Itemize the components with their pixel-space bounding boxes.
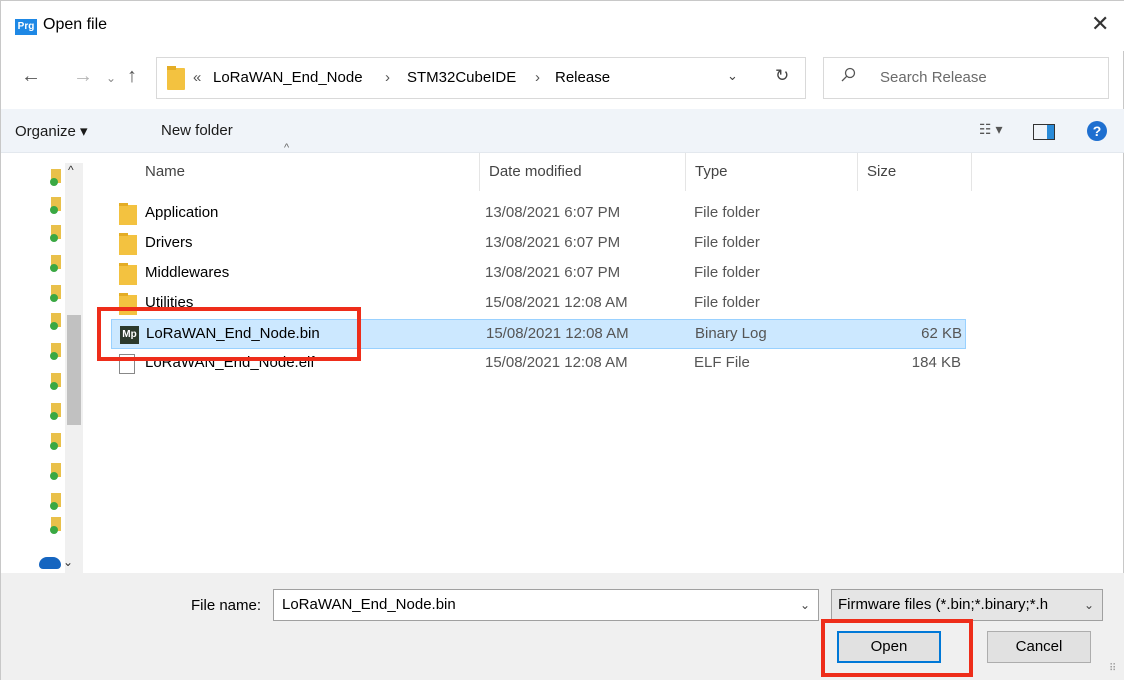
help-icon[interactable]: ?: [1087, 121, 1107, 141]
search-icon: [841, 67, 856, 82]
recent-locations-icon[interactable]: ⌄: [106, 67, 116, 89]
breadcrumb-item[interactable]: LoRaWAN_End_Node: [213, 69, 363, 86]
file-type: File folder: [694, 204, 760, 221]
column-header-date[interactable]: Date modified: [489, 153, 582, 191]
column-divider[interactable]: [971, 153, 972, 191]
synced-folder-icon[interactable]: [50, 493, 61, 510]
nav-scrollbar-thumb[interactable]: [67, 315, 81, 425]
file-name: Application: [145, 204, 219, 221]
file-row[interactable]: Middlewares 13/08/2021 6:07 PM File fold…: [111, 259, 966, 289]
synced-folder-icon[interactable]: [50, 255, 61, 272]
file-date: 13/08/2021 6:07 PM: [485, 234, 621, 251]
back-button[interactable]: ←: [21, 65, 41, 87]
synced-folder-icon[interactable]: [50, 517, 61, 534]
refresh-icon[interactable]: ↻: [775, 66, 789, 86]
synced-folder-icon[interactable]: [50, 343, 61, 360]
file-date: 13/08/2021 6:07 PM: [485, 204, 621, 221]
file-type: File folder: [694, 264, 760, 281]
breadcrumb-separator-icon[interactable]: ›: [385, 69, 390, 86]
address-dropdown-icon[interactable]: ⌄: [727, 68, 738, 84]
onedrive-cloud-icon[interactable]: [39, 557, 61, 569]
open-file-dialog: Prg Open file ✕ ← → ⌄ ↑ « LoRaWAN_End_No…: [0, 0, 1124, 680]
file-type: File folder: [694, 294, 760, 311]
scroll-down-icon[interactable]: ⌄: [63, 555, 73, 569]
column-divider[interactable]: [479, 153, 480, 191]
organize-menu[interactable]: Organize ▾: [15, 122, 88, 140]
file-date: 15/08/2021 12:08 AM: [485, 294, 628, 311]
column-header-type[interactable]: Type: [695, 153, 728, 191]
command-bar: Organize ▾ New folder ☷ ▾ ?: [1, 109, 1124, 153]
file-type: Binary Log: [695, 325, 767, 342]
file-date: 15/08/2021 12:08 AM: [485, 354, 628, 371]
search-input[interactable]: Search Release: [880, 69, 987, 86]
column-header-size[interactable]: Size: [867, 153, 896, 191]
up-button[interactable]: ↑: [127, 65, 137, 87]
synced-folder-icon[interactable]: [50, 463, 61, 480]
dialog-title: Open file: [43, 16, 108, 33]
chevron-down-icon[interactable]: ⌄: [1084, 598, 1094, 612]
file-row[interactable]: Drivers 13/08/2021 6:07 PM File folder: [111, 229, 966, 259]
cancel-button[interactable]: Cancel: [987, 631, 1091, 663]
sort-ascending-icon: ^: [284, 142, 290, 154]
file-size: 62 KB: [921, 325, 962, 342]
synced-folder-icon[interactable]: [50, 313, 61, 330]
synced-folder-icon[interactable]: [50, 225, 61, 242]
synced-folder-icon[interactable]: [50, 433, 61, 450]
file-date: 13/08/2021 6:07 PM: [485, 264, 621, 281]
synced-folder-icon[interactable]: [50, 285, 61, 302]
file-type: File folder: [694, 234, 760, 251]
scroll-up-icon[interactable]: ^: [68, 163, 74, 177]
breadcrumb-item[interactable]: STM32CubeIDE: [407, 69, 516, 86]
synced-folder-icon[interactable]: [50, 403, 61, 420]
search-box[interactable]: Search Release: [823, 57, 1109, 99]
file-name: Drivers: [145, 234, 193, 251]
file-name-value[interactable]: LoRaWAN_End_Node.bin: [282, 596, 456, 613]
app-icon: Prg: [15, 19, 37, 35]
folder-icon: [119, 203, 137, 225]
breadcrumb-item[interactable]: Release: [555, 69, 610, 86]
folder-icon: [167, 66, 185, 90]
title-bar: Prg Open file ✕: [1, 1, 1124, 51]
synced-folder-icon[interactable]: [50, 197, 61, 214]
file-type-filter[interactable]: Firmware files (*.bin;*.binary;*.h ⌄: [831, 589, 1103, 621]
folder-icon: [119, 233, 137, 255]
preview-pane-icon[interactable]: [1033, 124, 1055, 140]
column-divider[interactable]: [685, 153, 686, 191]
highlight-annotation: [97, 307, 361, 361]
column-header-name[interactable]: Name: [145, 153, 185, 191]
address-bar[interactable]: « LoRaWAN_End_Node › STM32CubeIDE › Rele…: [156, 57, 806, 99]
synced-folder-icon[interactable]: [50, 169, 61, 186]
chevron-down-icon[interactable]: ⌄: [800, 598, 810, 612]
resize-grip-icon[interactable]: ⠿: [1109, 663, 1116, 674]
file-row[interactable]: Application 13/08/2021 6:07 PM File fold…: [111, 199, 966, 229]
file-name-field[interactable]: LoRaWAN_End_Node.bin ⌄: [273, 589, 819, 621]
column-divider[interactable]: [857, 153, 858, 191]
new-folder-button[interactable]: New folder: [161, 122, 233, 139]
highlight-annotation: [821, 619, 973, 677]
file-type: ELF File: [694, 354, 750, 371]
forward-button[interactable]: →: [73, 65, 93, 87]
view-options-icon[interactable]: ☷ ▾: [979, 121, 1002, 138]
file-type-filter-value[interactable]: Firmware files (*.bin;*.binary;*.h: [838, 596, 1068, 613]
synced-folder-icon[interactable]: [50, 373, 61, 390]
file-name: Middlewares: [145, 264, 230, 281]
overflow-chevron-icon[interactable]: «: [193, 69, 201, 86]
close-button[interactable]: ✕: [1091, 13, 1109, 35]
file-size: 184 KB: [911, 354, 961, 371]
breadcrumb-separator-icon[interactable]: ›: [535, 69, 540, 86]
file-date: 15/08/2021 12:08 AM: [486, 325, 629, 342]
folder-icon: [119, 263, 137, 285]
file-name-label: File name:: [191, 597, 262, 614]
